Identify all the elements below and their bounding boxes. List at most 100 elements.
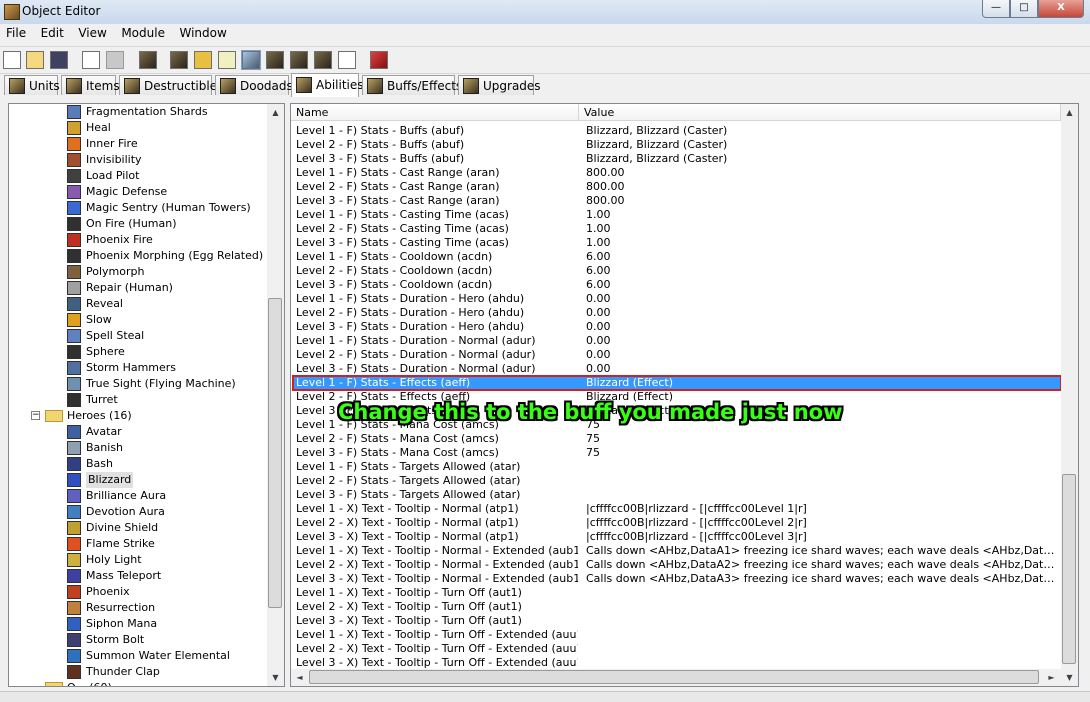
table-row[interactable]: Level 2 - F) Stats - Cast Range (aran) 80… [293, 180, 1061, 194]
column-header-name[interactable]: Name [291, 104, 579, 121]
table-row[interactable]: Level 3 - F) Stats - Cast Range (aran) 80… [293, 194, 1061, 208]
menu-view[interactable]: View [73, 24, 111, 42]
property-value: 6.00 [586, 264, 611, 277]
copy-icon[interactable] [82, 51, 100, 69]
scroll-right-icon[interactable]: ► [1043, 669, 1060, 686]
table-row[interactable]: Level 1 - X) Text - Tooltip - Turn Off -… [293, 628, 1061, 642]
table-row[interactable]: Level 2 - F) Stats - Buffs (abuf) Blizzar… [293, 138, 1061, 152]
ability-icon [67, 185, 81, 199]
tab-buffs-effects[interactable]: Buffs/Effects [362, 75, 462, 95]
trigger-editor-icon[interactable] [194, 51, 212, 69]
table-row[interactable]: Level 3 - F) Stats - Casting Time (acas)… [293, 236, 1061, 250]
test-map-icon[interactable] [338, 51, 356, 69]
menu-module[interactable]: Module [116, 24, 170, 42]
table-row[interactable]: Level 2 - X) Text - Tooltip - Normal - E… [293, 558, 1061, 572]
table-row[interactable]: Level 2 - F) Stats - Duration - Hero (ah… [293, 306, 1061, 320]
table-row[interactable]: Level 3 - F) Stats - Mana Cost (amcs) 75 [293, 446, 1061, 460]
table-row[interactable]: Level 1 - X) Text - Tooltip - Turn Off (… [293, 586, 1061, 600]
scroll-down-icon[interactable]: ▼ [1061, 669, 1078, 686]
minimize-button[interactable]: — [982, 0, 1010, 18]
property-name: Level 1 - F) Stats - Effects (aeff) [296, 376, 471, 389]
tab-label: Upgrades [483, 79, 541, 93]
tree-item-label: Avatar [86, 425, 122, 438]
paste-icon[interactable] [106, 51, 124, 69]
table-row[interactable]: Level 2 - X) Text - Tooltip - Turn Off (… [293, 600, 1061, 614]
property-list[interactable]: Name Value Level 1 - F) Stats - Buffs (a… [290, 103, 1079, 687]
tab-label: Abilities [316, 78, 364, 92]
property-value: 0.00 [586, 320, 611, 333]
tree-item-label: Thunder Clap [86, 665, 160, 678]
table-row[interactable]: Level 3 - X) Text - Tooltip - Turn Off -… [293, 656, 1061, 670]
table-row[interactable]: Level 3 - F) Stats - Buffs (abuf) Blizzar… [293, 152, 1061, 166]
property-name: Level 3 - F) Stats - Casting Time (acas) [296, 236, 509, 249]
table-row[interactable]: Level 3 - F) Stats - Targets Allowed (at… [293, 488, 1061, 502]
property-name: Level 2 - X) Text - Tooltip - Normal (at… [296, 516, 519, 529]
tab-units[interactable]: Units [4, 75, 60, 95]
tab-upgrades[interactable]: Upgrades [458, 75, 541, 95]
table-row[interactable]: Level 2 - F) Stats - Cooldown (acdn) 6.00 [293, 264, 1061, 278]
table-row[interactable]: Level 1 - F) Stats - Duration - Normal (… [293, 334, 1061, 348]
table-row[interactable]: Level 1 - F) Stats - Buffs (abuf) Blizzar… [293, 124, 1061, 138]
table-row[interactable]: Level 2 - F) Stats - Duration - Normal (… [293, 348, 1061, 362]
close-button[interactable]: X [1038, 0, 1084, 18]
scroll-down-icon[interactable]: ▼ [267, 669, 284, 686]
collapse-icon[interactable]: − [31, 411, 40, 420]
scroll-thumb[interactable] [268, 298, 282, 608]
tree-item-label: Repair (Human) [86, 281, 173, 294]
table-row[interactable]: Level 1 - F) Stats - Duration - Hero (ah… [293, 292, 1061, 306]
unit-editor-icon[interactable] [139, 51, 157, 69]
table-row[interactable]: Level 3 - F) Stats - Duration - Hero (ah… [293, 320, 1061, 334]
tab-doodads[interactable]: Doodads [215, 75, 293, 95]
scroll-up-icon[interactable]: ▲ [267, 104, 284, 121]
campaign-editor-icon[interactable] [266, 51, 284, 69]
table-row[interactable]: Level 1 - F) Stats - Cast Range (aran) 80… [293, 166, 1061, 180]
tab-destructibles[interactable]: Destructibles [119, 75, 223, 95]
save-icon[interactable] [50, 51, 68, 69]
object-tree[interactable]: Fragmentation Shards Heal Inner Fire Invisi… [8, 103, 285, 687]
tab-abilities[interactable]: Abilities [291, 73, 364, 97]
table-row[interactable]: Level 3 - X) Text - Tooltip - Normal - E… [293, 572, 1061, 586]
tree-scrollbar[interactable]: ▲ ▼ [267, 104, 284, 686]
scroll-thumb[interactable] [309, 670, 1039, 684]
new-file-icon[interactable] [3, 51, 21, 69]
table-row[interactable]: Level 3 - X) Text - Tooltip - Turn Off (… [293, 614, 1061, 628]
table-row[interactable]: Level 3 - F) Stats - Duration - Normal (… [293, 362, 1061, 376]
tree-item-label: Slow [86, 313, 112, 326]
object-manager-icon[interactable] [370, 51, 388, 69]
table-row[interactable]: Level 1 - X) Text - Tooltip - Normal (at… [293, 502, 1061, 516]
property-scrollbar[interactable]: ▲ ▼ [1061, 104, 1078, 686]
table-row[interactable]: Level 2 - F) Stats - Casting Time (acas)… [293, 222, 1061, 236]
horizontal-scrollbar[interactable]: ◄ ► [291, 669, 1061, 686]
tree-folder-label: O... (60) [67, 680, 112, 686]
terrain-editor-icon[interactable] [170, 51, 188, 69]
scroll-up-icon[interactable]: ▲ [1061, 104, 1078, 121]
open-folder-icon[interactable] [26, 51, 44, 69]
table-row[interactable]: Level 3 - X) Text - Tooltip - Normal (at… [293, 530, 1061, 544]
table-row[interactable]: Level 3 - F) Stats - Cooldown (acdn) 6.00 [293, 278, 1061, 292]
import-manager-icon[interactable] [314, 51, 332, 69]
menu-window[interactable]: Window [174, 24, 231, 42]
tab-items[interactable]: Items [61, 75, 120, 95]
sound-editor-icon[interactable] [218, 51, 236, 69]
maximize-button[interactable]: □ [1010, 0, 1038, 18]
ability-icon [67, 617, 81, 631]
property-name: Level 2 - F) Stats - Cast Range (aran) [296, 180, 500, 193]
ai-editor-icon[interactable] [290, 51, 308, 69]
object-editor-icon[interactable] [241, 50, 261, 70]
table-row[interactable]: Level 1 - F) Stats - Cooldown (acdn) 6.00 [293, 250, 1061, 264]
table-row[interactable]: Level 2 - X) Text - Tooltip - Turn Off -… [293, 642, 1061, 656]
column-header-value[interactable]: Value [579, 104, 1061, 121]
table-row-selected[interactable]: Level 1 - F) Stats - Effects (aeff) Blizz… [292, 375, 1062, 391]
scroll-left-icon[interactable]: ◄ [291, 669, 308, 686]
table-row[interactable]: Level 2 - X) Text - Tooltip - Normal (at… [293, 516, 1061, 530]
menu-edit[interactable]: Edit [36, 24, 69, 42]
table-row[interactable]: Level 1 - X) Text - Tooltip - Normal - E… [293, 544, 1061, 558]
doodad-icon [220, 78, 236, 94]
table-row[interactable]: Level 2 - F) Stats - Targets Allowed (at… [293, 474, 1061, 488]
menu-file[interactable]: File [1, 24, 31, 42]
table-row[interactable]: Level 2 - F) Stats - Mana Cost (amcs) 75 [293, 432, 1061, 446]
property-name: Level 2 - X) Text - Tooltip - Turn Off -… [296, 642, 578, 655]
table-row[interactable]: Level 1 - F) Stats - Targets Allowed (at… [293, 460, 1061, 474]
scroll-thumb[interactable] [1062, 474, 1076, 664]
table-row[interactable]: Level 1 - F) Stats - Casting Time (acas)… [293, 208, 1061, 222]
